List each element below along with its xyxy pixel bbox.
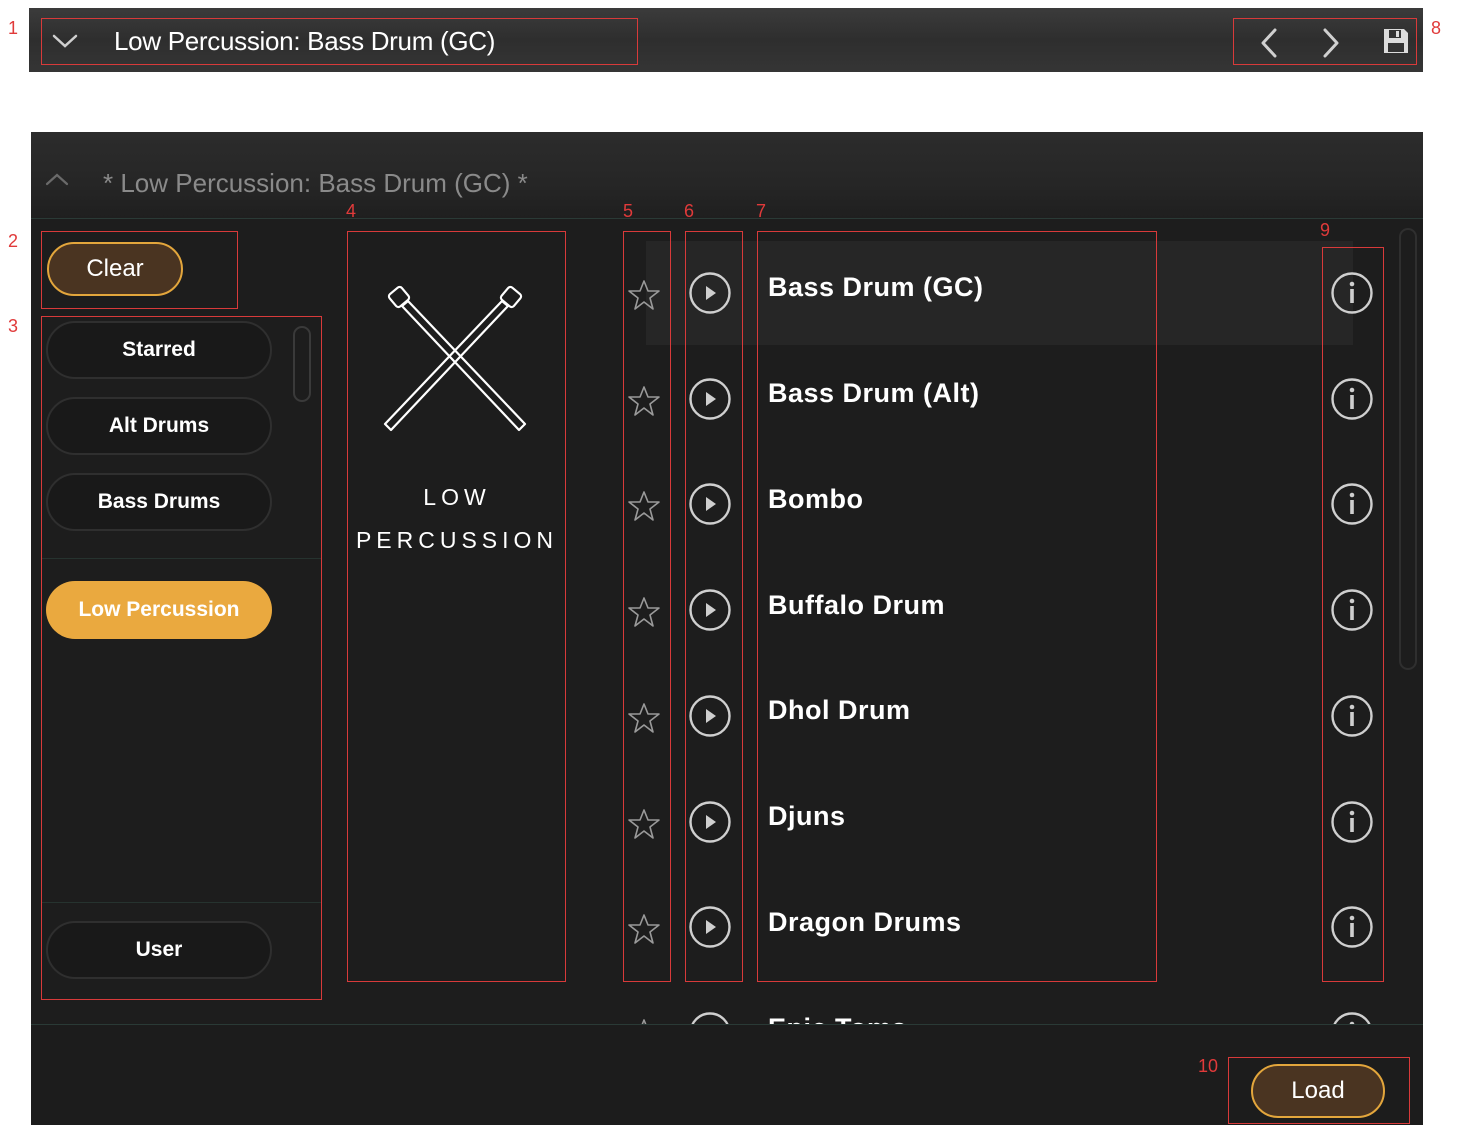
info-icon[interactable] — [1330, 800, 1374, 849]
instrument-name[interactable]: Bombo — [768, 484, 863, 515]
info-icon[interactable] — [1330, 271, 1374, 320]
play-icon[interactable] — [688, 482, 732, 531]
tile-line-2: PERCUSSION — [355, 527, 559, 553]
play-icon[interactable] — [688, 694, 732, 743]
instrument-name[interactable]: Buffalo Drum — [768, 590, 945, 621]
play-icon[interactable] — [688, 588, 732, 637]
category-bass-drums[interactable]: Bass Drums — [46, 473, 272, 531]
preset-bar: Low Percussion: Bass Drum (GC) — [29, 8, 1423, 72]
annotation-label-4: 4 — [346, 201, 357, 221]
instrument-name[interactable]: Bass Drum (GC) — [768, 272, 984, 303]
instrument-scrollbar[interactable] — [1399, 228, 1417, 670]
annotation-label-8: 8 — [1431, 18, 1442, 38]
instrument-name[interactable]: Djuns — [768, 801, 846, 832]
category-scrollbar[interactable] — [293, 326, 311, 402]
annotation-label-7: 7 — [756, 201, 767, 221]
instrument-name[interactable]: Dragon Drums — [768, 907, 962, 938]
info-icon[interactable] — [1330, 588, 1374, 637]
chevron-down-icon[interactable] — [51, 32, 79, 55]
star-icon[interactable] — [628, 808, 660, 845]
browser-header: * Low Percussion: Bass Drum (GC) * — [31, 132, 1423, 219]
play-icon[interactable] — [688, 800, 732, 849]
star-icon[interactable] — [628, 913, 660, 950]
category-divider — [41, 902, 321, 903]
star-icon[interactable] — [628, 385, 660, 422]
crossed-mallets-icon — [377, 284, 533, 439]
info-icon[interactable] — [1330, 905, 1374, 954]
info-icon[interactable] — [1330, 694, 1374, 743]
annotation-label-1: 1 — [8, 18, 19, 38]
load-button[interactable]: Load — [1251, 1064, 1385, 1118]
info-icon[interactable] — [1330, 377, 1374, 426]
browser-title: * Low Percussion: Bass Drum (GC) * — [103, 168, 528, 198]
save-icon[interactable] — [1381, 26, 1411, 61]
play-icon[interactable] — [688, 271, 732, 320]
chevron-left-icon[interactable] — [1255, 26, 1285, 65]
instrument-name[interactable]: Dhol Drum — [768, 695, 911, 726]
tile-line-1: LOW — [423, 484, 491, 510]
chevron-right-icon[interactable] — [1315, 26, 1345, 65]
star-icon[interactable] — [628, 490, 660, 527]
clear-button[interactable]: Clear — [47, 242, 183, 296]
annotation-label-6: 6 — [684, 201, 695, 221]
preset-title[interactable]: Low Percussion: Bass Drum (GC) — [114, 26, 495, 57]
annotation-label-5: 5 — [623, 201, 634, 221]
info-icon[interactable] — [1330, 482, 1374, 531]
category-starred[interactable]: Starred — [46, 321, 272, 379]
category-low-percussion[interactable]: Low Percussion — [46, 581, 272, 639]
annotation-label-3: 3 — [8, 316, 19, 336]
star-icon[interactable] — [628, 596, 660, 633]
star-icon[interactable] — [628, 702, 660, 739]
star-icon[interactable] — [628, 279, 660, 316]
chevron-up-icon[interactable] — [44, 170, 70, 193]
selected-row-highlight — [646, 241, 1353, 345]
annotation-label-10: 10 — [1198, 1056, 1219, 1076]
category-divider — [41, 558, 321, 559]
annotation-label-9: 9 — [1320, 220, 1331, 240]
category-user[interactable]: User — [46, 921, 272, 979]
annotation-label-2: 2 — [8, 231, 19, 251]
preset-browser: * Low Percussion: Bass Drum (GC) * Clear… — [31, 132, 1423, 1125]
instrument-name[interactable]: Bass Drum (Alt) — [768, 378, 980, 409]
play-icon[interactable] — [688, 377, 732, 426]
category-tile-label: LOW PERCUSSION — [349, 476, 565, 562]
category-alt-drums[interactable]: Alt Drums — [46, 397, 272, 455]
play-icon[interactable] — [688, 905, 732, 954]
